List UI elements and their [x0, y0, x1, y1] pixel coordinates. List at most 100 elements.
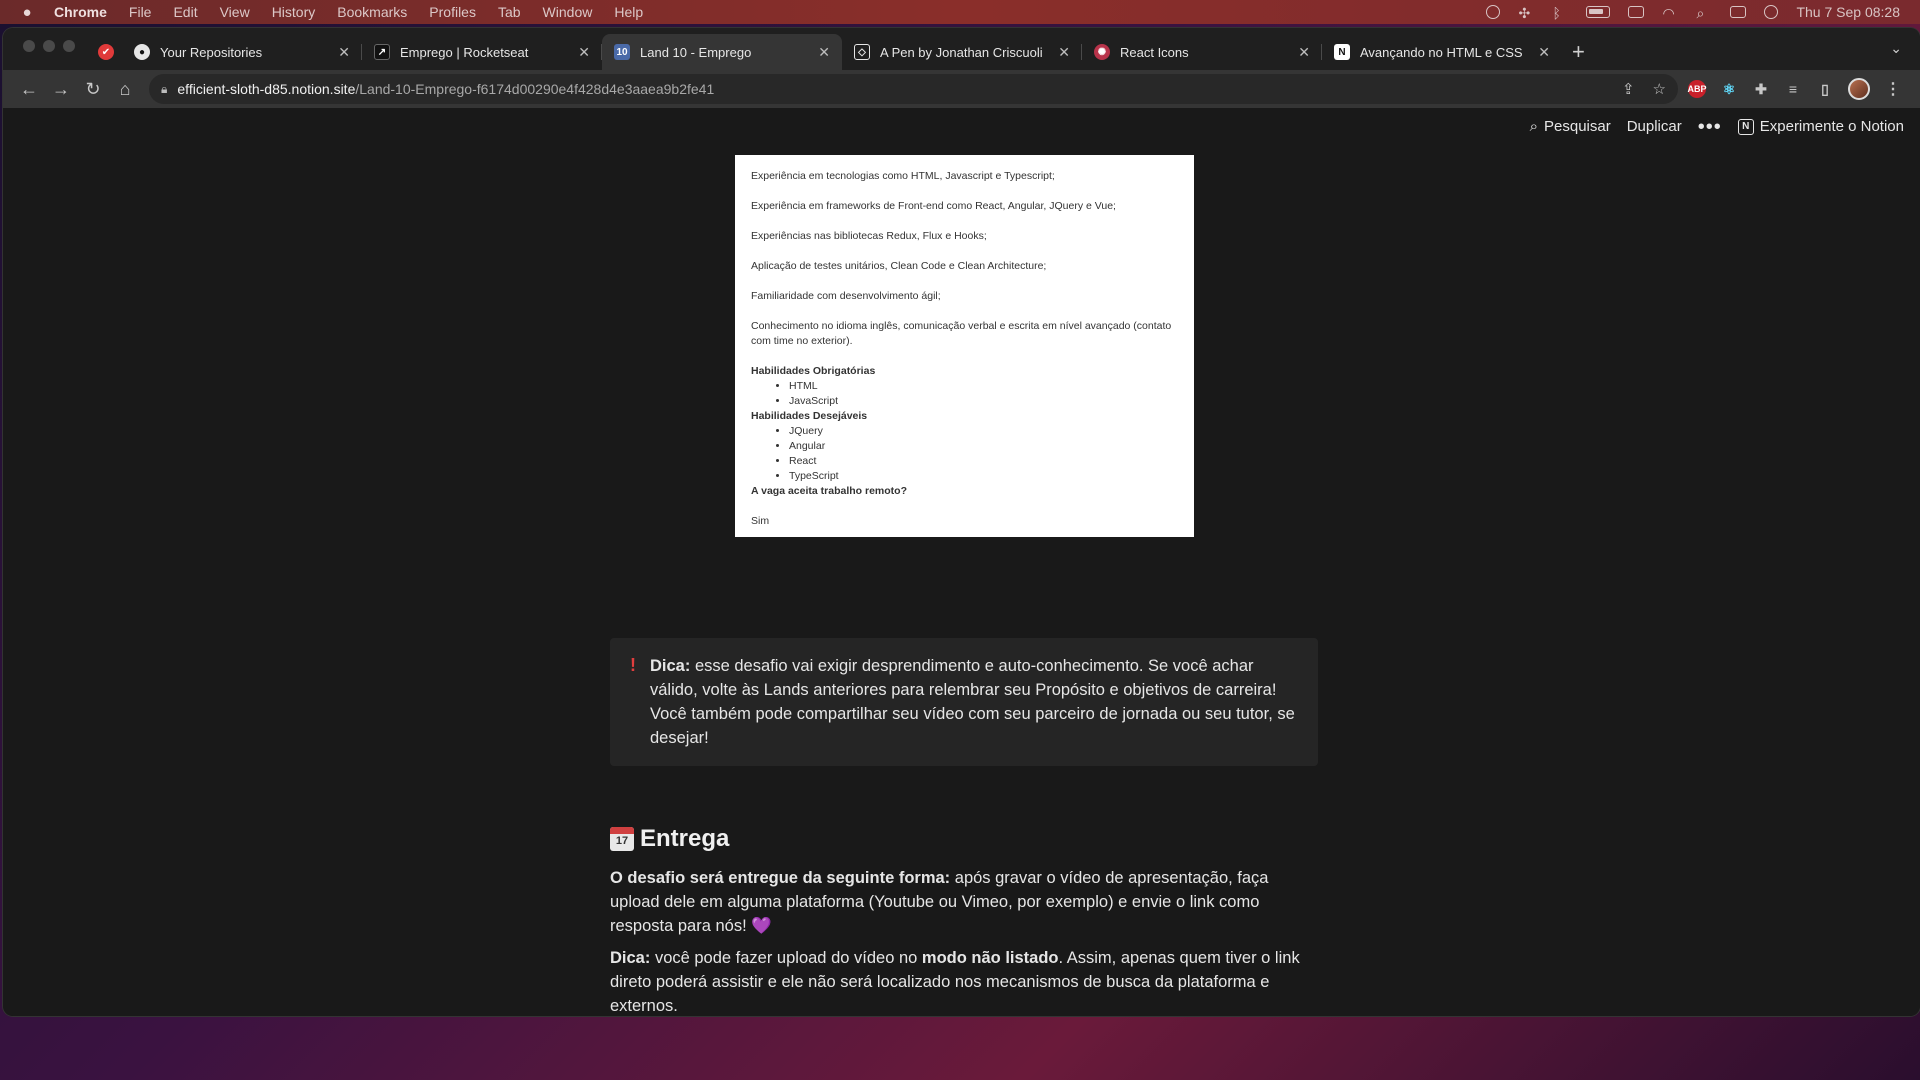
- bluetooth-icon[interactable]: ᛒ: [1552, 5, 1568, 21]
- delivery-paragraph: O desafio será entregue da seguinte form…: [610, 866, 1322, 938]
- extensions-area: ABP ⚛ ✚ ≡ ▯ ⋮: [1688, 78, 1902, 100]
- required-skills-list: HTML JavaScript: [789, 379, 1178, 409]
- url-path: /Land-10-Emprego-f6174d00290e4f428d4e3aa…: [355, 81, 715, 97]
- control-center-icon[interactable]: [1730, 6, 1747, 18]
- chrome-menu-icon[interactable]: ⋮: [1884, 80, 1902, 98]
- doc-line: Experiência em frameworks de Front-end c…: [751, 200, 1116, 212]
- remote-answer: Sim: [751, 515, 770, 527]
- callout-text: Dica: esse desafio vai exigir desprendim…: [650, 654, 1298, 750]
- menu-history[interactable]: History: [272, 4, 316, 20]
- desired-skills-list: JQuery Angular React TypeScript: [789, 424, 1178, 484]
- tip-bold-unlisted: modo não listado: [921, 949, 1059, 967]
- tab-avancando-html-css[interactable]: N Avançando no HTML e CSS ✕: [1322, 34, 1562, 70]
- menu-profiles[interactable]: Profiles: [429, 4, 476, 20]
- home-button[interactable]: ⌂: [109, 73, 141, 105]
- tab-emprego-rocketseat[interactable]: ↗ Emprego | Rocketseat ✕: [362, 34, 602, 70]
- duplicate-button[interactable]: Duplicar: [1627, 118, 1682, 135]
- menu-window[interactable]: Window: [543, 4, 593, 20]
- browser-toolbar: ← → ↻ ⌂ 🔒︎ efficient-sloth-d85.notion.si…: [3, 70, 1920, 108]
- spotlight-search-icon[interactable]: ⌕: [1696, 5, 1712, 21]
- notion-topbar: ⌕ Pesquisar Duplicar ••• N Experimente o…: [1530, 117, 1904, 137]
- list-item: React: [789, 454, 1178, 469]
- profile-avatar[interactable]: [1848, 78, 1870, 100]
- fan-icon[interactable]: ✣: [1518, 5, 1534, 21]
- list-item: HTML: [789, 379, 1178, 394]
- calendar-menu-icon[interactable]: [1628, 6, 1645, 18]
- close-window-button[interactable]: [23, 40, 35, 52]
- menu-bookmarks[interactable]: Bookmarks: [337, 4, 407, 20]
- new-tab-button[interactable]: +: [1572, 34, 1585, 70]
- lock-icon[interactable]: 🔒︎: [161, 82, 167, 97]
- more-options-icon[interactable]: •••: [1698, 117, 1722, 137]
- tip-text-1: você pode fazer upload do vídeo no: [650, 949, 922, 967]
- section-heading-entrega: 17 Entrega: [610, 825, 729, 853]
- notion-icon: N: [1334, 44, 1350, 60]
- menu-tab[interactable]: Tab: [498, 4, 521, 20]
- github-icon: ●: [134, 44, 150, 60]
- react-icons-icon: ✺: [1094, 44, 1110, 60]
- doc-line: Experiência em tecnologias como HTML, Ja…: [751, 170, 1055, 182]
- browser-window: ✔ ● Your Repositories ✕ ↗ Emprego | Rock…: [3, 28, 1920, 1016]
- tab-search-chevron-icon[interactable]: ⌄: [1890, 40, 1902, 57]
- callout-label: Dica:: [650, 657, 691, 675]
- react-devtools-extension-icon[interactable]: ⚛: [1720, 80, 1738, 98]
- tab-title: A Pen by Jonathan Criscuoli: [880, 44, 1043, 60]
- tab-title: Your Repositories: [160, 44, 263, 60]
- minimize-window-button[interactable]: [43, 40, 55, 52]
- forward-button[interactable]: →: [45, 73, 77, 105]
- apple-icon[interactable]: ●: [18, 4, 36, 21]
- tab-close-icon[interactable]: ✕: [1538, 44, 1550, 61]
- screen-record-icon[interactable]: [1486, 5, 1501, 19]
- menu-file[interactable]: File: [129, 4, 152, 20]
- tip-bold: Dica:: [610, 949, 651, 967]
- tab-close-icon[interactable]: ✕: [578, 44, 590, 61]
- menu-edit[interactable]: Edit: [173, 4, 197, 20]
- tab-react-icons[interactable]: ✺ React Icons ✕: [1082, 34, 1322, 70]
- bookmark-star-icon[interactable]: ☆: [1653, 80, 1666, 98]
- tab-close-icon[interactable]: ✕: [818, 44, 830, 61]
- back-button[interactable]: ←: [13, 73, 45, 105]
- battery-icon[interactable]: [1586, 6, 1611, 18]
- try-notion-label: Experimente o Notion: [1759, 118, 1904, 135]
- delivery-bold: O desafio será entregue da seguinte form…: [610, 869, 951, 887]
- menu-view[interactable]: View: [220, 4, 250, 20]
- share-icon[interactable]: ⇪: [1622, 80, 1635, 98]
- extensions-puzzle-icon[interactable]: ✚: [1752, 80, 1770, 98]
- job-description-image: Experiência em tecnologias como HTML, Ja…: [735, 155, 1194, 537]
- reload-button[interactable]: ↻: [77, 73, 109, 105]
- tab-close-icon[interactable]: ✕: [1298, 44, 1310, 61]
- list-item: TypeScript: [789, 469, 1178, 484]
- try-notion-button[interactable]: N Experimente o Notion: [1737, 118, 1904, 135]
- tab-title: Avançando no HTML e CSS: [1360, 44, 1523, 60]
- address-bar[interactable]: 🔒︎ efficient-sloth-d85.notion.site /Land…: [149, 74, 1678, 104]
- search-icon: ⌕: [1529, 118, 1538, 135]
- tab-codepen[interactable]: ◇ A Pen by Jonathan Criscuoli ✕: [842, 34, 1082, 70]
- menubar-clock[interactable]: Thu 7 Sep 08:28: [1796, 4, 1900, 20]
- purple-heart-icon: 💜: [751, 917, 772, 935]
- required-skills-heading: Habilidades Obrigatórias: [751, 365, 876, 377]
- reading-list-icon[interactable]: ≡: [1784, 80, 1802, 98]
- menu-app-chrome[interactable]: Chrome: [54, 4, 107, 20]
- tab-title: React Icons: [1120, 44, 1189, 60]
- extension-check-icon[interactable]: ✔: [98, 34, 122, 70]
- desired-skills-heading: Habilidades Desejáveis: [751, 410, 868, 422]
- calendar-icon-number: 17: [615, 835, 629, 847]
- siri-icon[interactable]: [1764, 5, 1779, 19]
- zoom-window-button[interactable]: [63, 40, 75, 52]
- tab-close-icon[interactable]: ✕: [1058, 44, 1070, 61]
- upload-tip-paragraph: Dica: você pode fazer upload do vídeo no…: [610, 946, 1322, 1016]
- tab-close-icon[interactable]: ✕: [338, 44, 350, 61]
- menu-help[interactable]: Help: [614, 4, 643, 20]
- tab-your-repositories[interactable]: ● Your Repositories ✕: [122, 34, 362, 70]
- list-item: JavaScript: [789, 394, 1178, 409]
- tab-land-10-emprego[interactable]: 10 Land 10 - Emprego ✕: [602, 34, 842, 70]
- side-panel-icon[interactable]: ▯: [1816, 80, 1834, 98]
- notion-page: ⌕ Pesquisar Duplicar ••• N Experimente o…: [3, 108, 1920, 1016]
- wifi-icon[interactable]: ◠: [1662, 5, 1678, 21]
- adblock-extension-icon[interactable]: ABP: [1688, 80, 1707, 98]
- tab-strip: ✔ ● Your Repositories ✕ ↗ Emprego | Rock…: [3, 28, 1920, 70]
- tab-title: Land 10 - Emprego: [640, 44, 752, 60]
- remote-question: A vaga aceita trabalho remoto?: [751, 485, 907, 497]
- search-button[interactable]: ⌕ Pesquisar: [1530, 118, 1611, 135]
- url-host: efficient-sloth-d85.notion.site: [177, 81, 356, 97]
